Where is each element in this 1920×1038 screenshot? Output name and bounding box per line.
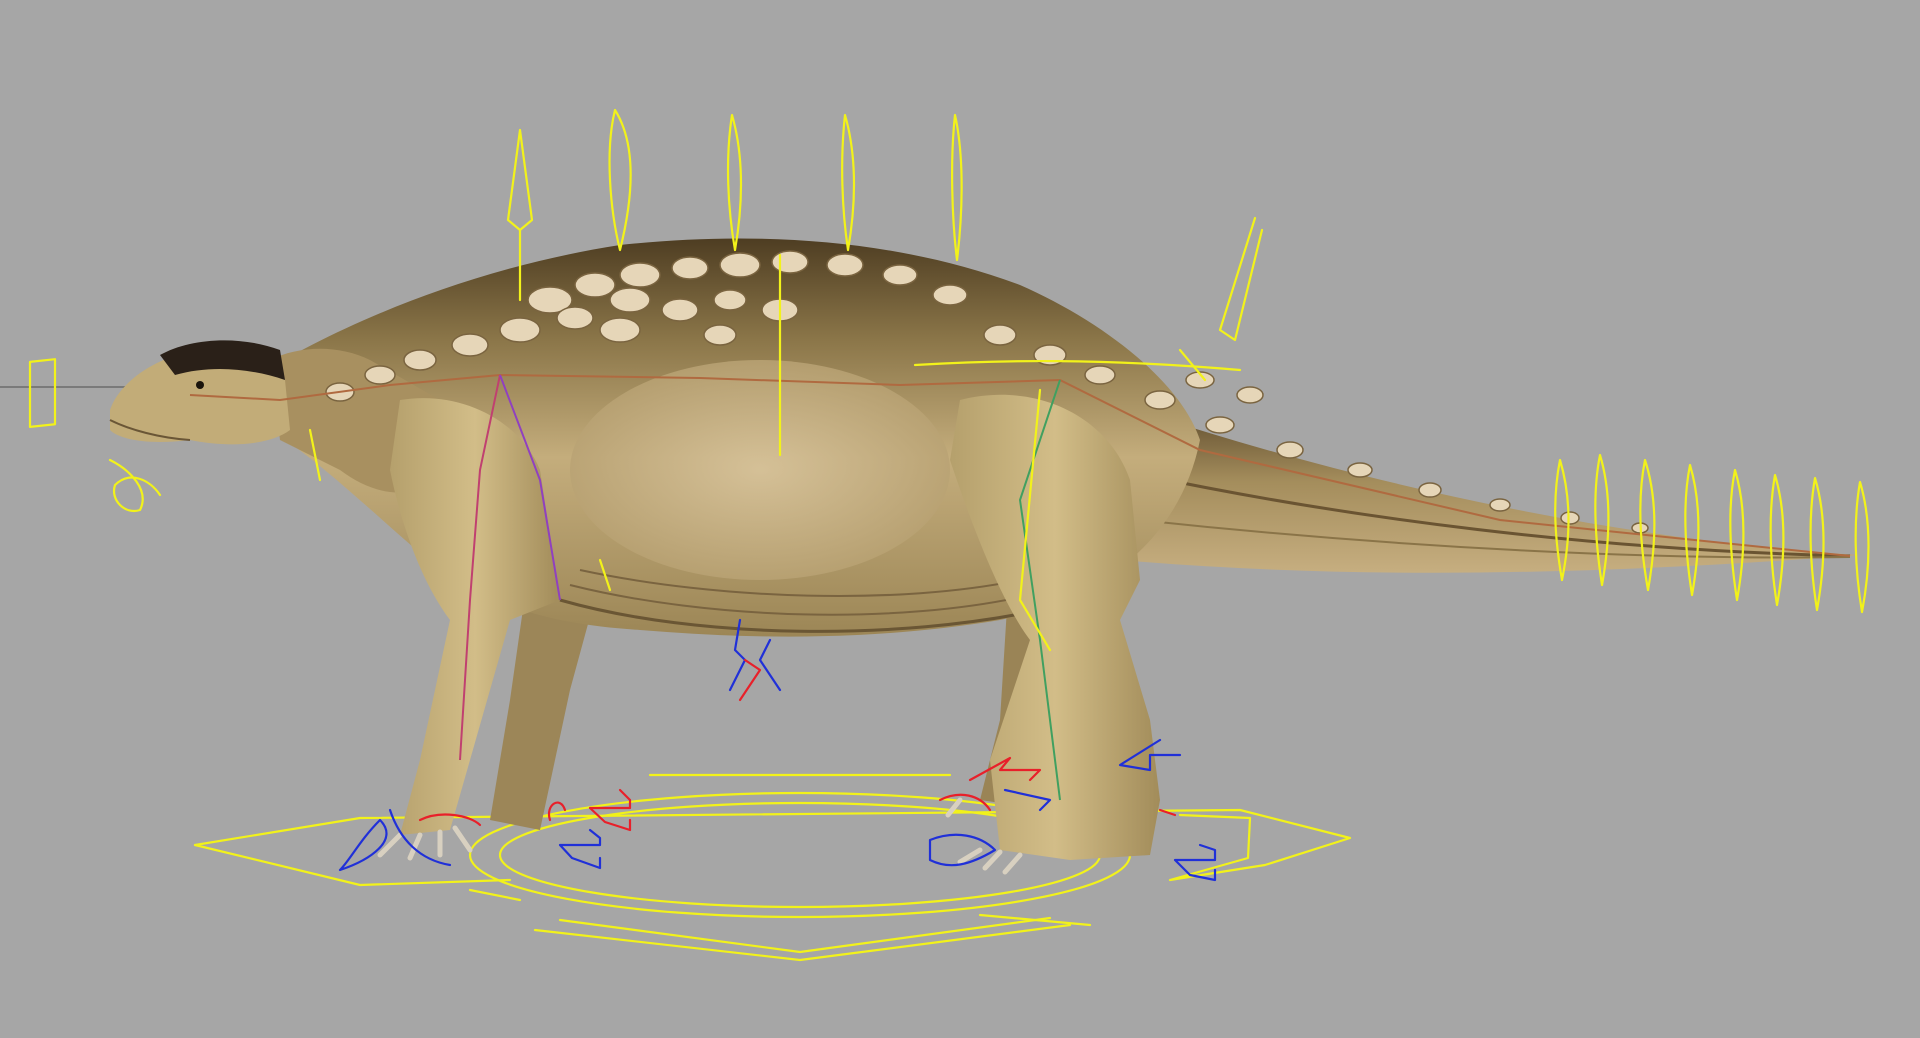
front-foot-ik[interactable]: [338, 788, 632, 872]
3d-viewport[interactable]: [0, 0, 1920, 1038]
viewport-scene[interactable]: [0, 0, 1920, 1038]
root-move-control[interactable]: [193, 773, 1352, 962]
